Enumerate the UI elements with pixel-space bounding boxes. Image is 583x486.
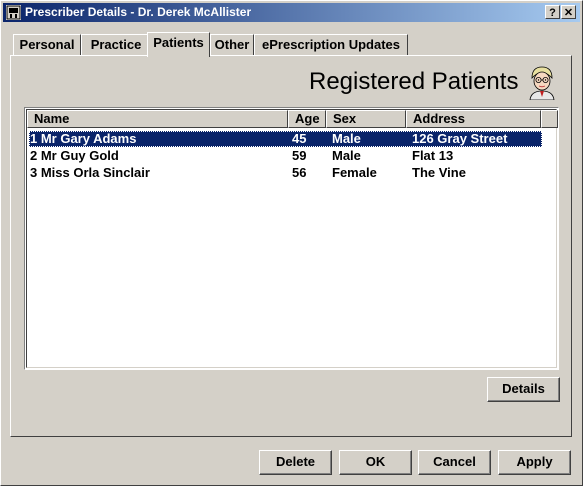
ok-button[interactable]: OK [339,450,412,475]
patient-address: Flat 13 [412,148,454,163]
delete-button[interactable]: Delete [259,450,332,475]
column-header-age[interactable]: Age [288,110,326,128]
close-button[interactable]: ✕ [561,5,576,19]
apply-button[interactable]: Apply [498,450,571,475]
patient-address: The Vine [412,165,466,180]
window-title: Prescriber Details - Dr. Derek McAlliste… [25,5,252,19]
table-row[interactable]: 1 Mr Gary Adams 45 Male 126 Gray Street [29,131,542,147]
tab-eprescription-updates[interactable]: ePrescription Updates [254,34,408,55]
patient-name: 3 Miss Orla Sinclair [30,165,150,180]
patient-list[interactable]: Name Age Sex Address 1 Mr Gary Adams 45 … [24,107,559,370]
table-row[interactable]: 2 Mr Guy Gold 59 Male Flat 13 [29,148,542,164]
patient-age: 56 [292,165,307,180]
column-header-filler [541,110,558,128]
patient-list-body: Name Age Sex Address 1 Mr Gary Adams 45 … [26,109,558,368]
column-header-name[interactable]: Name [27,110,288,128]
help-button[interactable]: ? [545,5,560,19]
cancel-button[interactable]: Cancel [418,450,491,475]
patient-address: 126 Gray Street [412,131,508,146]
patient-name: 2 Mr Guy Gold [30,148,119,163]
doctor-avatar-icon [529,66,555,100]
tab-other[interactable]: Other [210,34,254,55]
app-icon [6,5,21,20]
patient-age: 45 [292,131,307,146]
patient-age: 59 [292,148,307,163]
details-button[interactable]: Details [487,377,560,402]
title-bar[interactable]: Prescriber Details - Dr. Derek McAlliste… [3,3,580,22]
tab-personal[interactable]: Personal [13,34,81,55]
column-header-address[interactable]: Address [406,110,541,128]
patient-sex: Male [332,148,361,163]
patient-name: 1 Mr Gary Adams [30,131,137,146]
patient-sex: Female [332,165,377,180]
column-header-sex[interactable]: Sex [326,110,406,128]
panel-heading: Registered Patients [309,68,519,95]
tab-practice[interactable]: Practice [81,34,151,55]
patient-sex: Male [332,131,361,146]
table-row[interactable]: 3 Miss Orla Sinclair 56 Female The Vine [29,165,542,181]
tab-patients[interactable]: Patients [147,32,210,57]
